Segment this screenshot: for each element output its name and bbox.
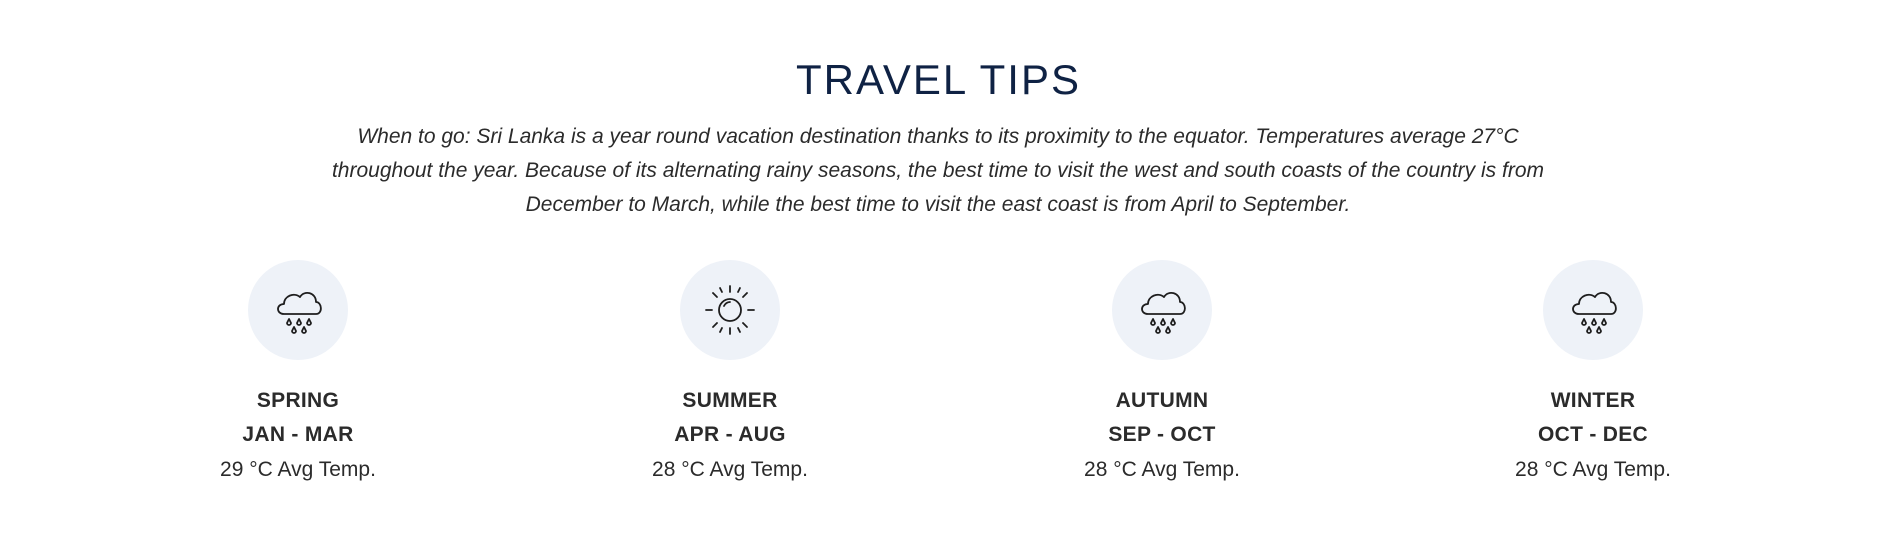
- season-temp: 28 °C Avg Temp.: [652, 458, 808, 481]
- season-name: AUTUMN: [1115, 389, 1209, 412]
- rain-cloud-icon: [1543, 260, 1643, 360]
- seasons-row: SPRING JAN - MAR 29 °C Avg Temp. SUMMER …: [0, 260, 1877, 500]
- season-card-summer: SUMMER APR - AUG 28 °C Avg Temp.: [580, 260, 880, 488]
- rain-cloud-icon: [248, 260, 348, 360]
- season-months: OCT - DEC: [1537, 423, 1649, 446]
- rain-cloud-icon: [1112, 260, 1212, 360]
- sun-icon: [680, 260, 780, 360]
- season-name: SUMMER: [682, 389, 778, 412]
- season-temp: 29 °C Avg Temp.: [220, 458, 376, 481]
- season-card-winter: WINTER OCT - DEC 28 °C Avg Temp.: [1443, 260, 1743, 488]
- season-name: SPRING: [256, 389, 340, 412]
- season-card-spring: SPRING JAN - MAR 29 °C Avg Temp.: [148, 260, 448, 488]
- season-temp: 28 °C Avg Temp.: [1515, 458, 1671, 481]
- season-temp: 28 °C Avg Temp.: [1084, 458, 1240, 481]
- intro-text: When to go: Sri Lanka is a year round va…: [331, 125, 1545, 216]
- travel-tips-section: TRAVEL TIPS When to go: Sri Lanka is a y…: [0, 0, 1877, 535]
- season-months: SEP - OCT: [1108, 423, 1216, 446]
- season-months: APR - AUG: [674, 423, 786, 446]
- season-name: WINTER: [1550, 389, 1636, 412]
- section-title: TRAVEL TIPS: [796, 56, 1081, 103]
- season-months: JAN - MAR: [242, 423, 354, 446]
- season-card-autumn: AUTUMN SEP - OCT 28 °C Avg Temp.: [1012, 260, 1312, 488]
